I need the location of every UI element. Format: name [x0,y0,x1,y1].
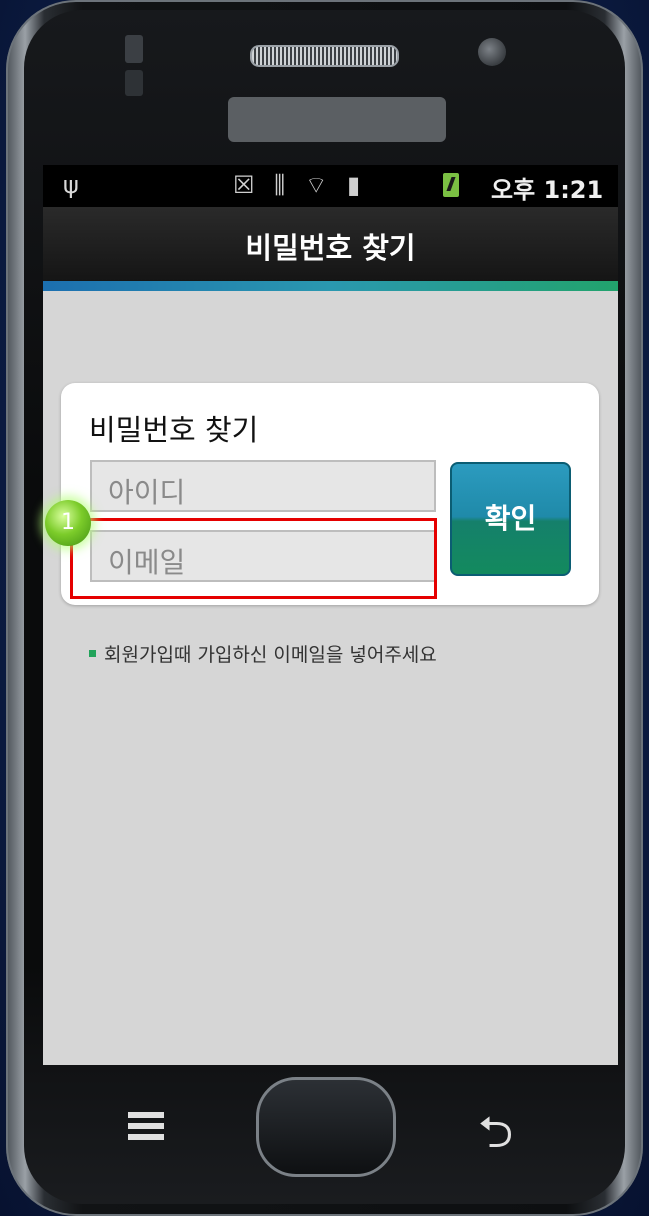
light-sensor [125,70,143,96]
redacted-area [228,97,446,142]
app-title-bar: 비밀번호 찾기 [43,207,618,281]
page-title: 비밀번호 찾기 [245,231,416,265]
battery-charging-icon [443,173,459,197]
menu-icon-bar [128,1112,164,1118]
email-highlight-box [70,518,437,599]
earpiece-speaker [250,45,399,67]
hint-label: 회원가입때 가입하신 이메일을 넣어주세요 [104,644,437,666]
notification-icons: ☒ ⫼ ⌔ ▮ [233,171,367,199]
bullet-icon [89,650,96,657]
home-button[interactable] [256,1077,396,1177]
phone-screen: ψ ☒ ⫼ ⌔ ▮ 오후 1:21 비밀번호 찾기 비밀번호 찾기 아이디 이메… [43,165,618,1065]
confirm-button[interactable]: 확인 [450,462,571,576]
title-accent-line [43,281,618,291]
back-icon[interactable]: ⮌ [478,1100,513,1175]
menu-icon[interactable] [128,1112,178,1146]
status-bar: ψ ☒ ⫼ ⌔ ▮ 오후 1:21 [43,165,618,207]
proximity-sensor [125,35,143,63]
form-title: 비밀번호 찾기 [89,413,259,447]
front-camera-icon [478,38,506,66]
step-badge: 1 [45,500,91,546]
usb-icon: ψ [63,171,79,199]
status-time: 오후 1:21 [491,176,604,204]
id-input[interactable]: 아이디 [90,460,436,512]
hint-text: 회원가입때 가입하신 이메일을 넣어주세요 [89,640,437,667]
menu-icon-bar [128,1134,164,1140]
menu-icon-bar [128,1123,164,1129]
